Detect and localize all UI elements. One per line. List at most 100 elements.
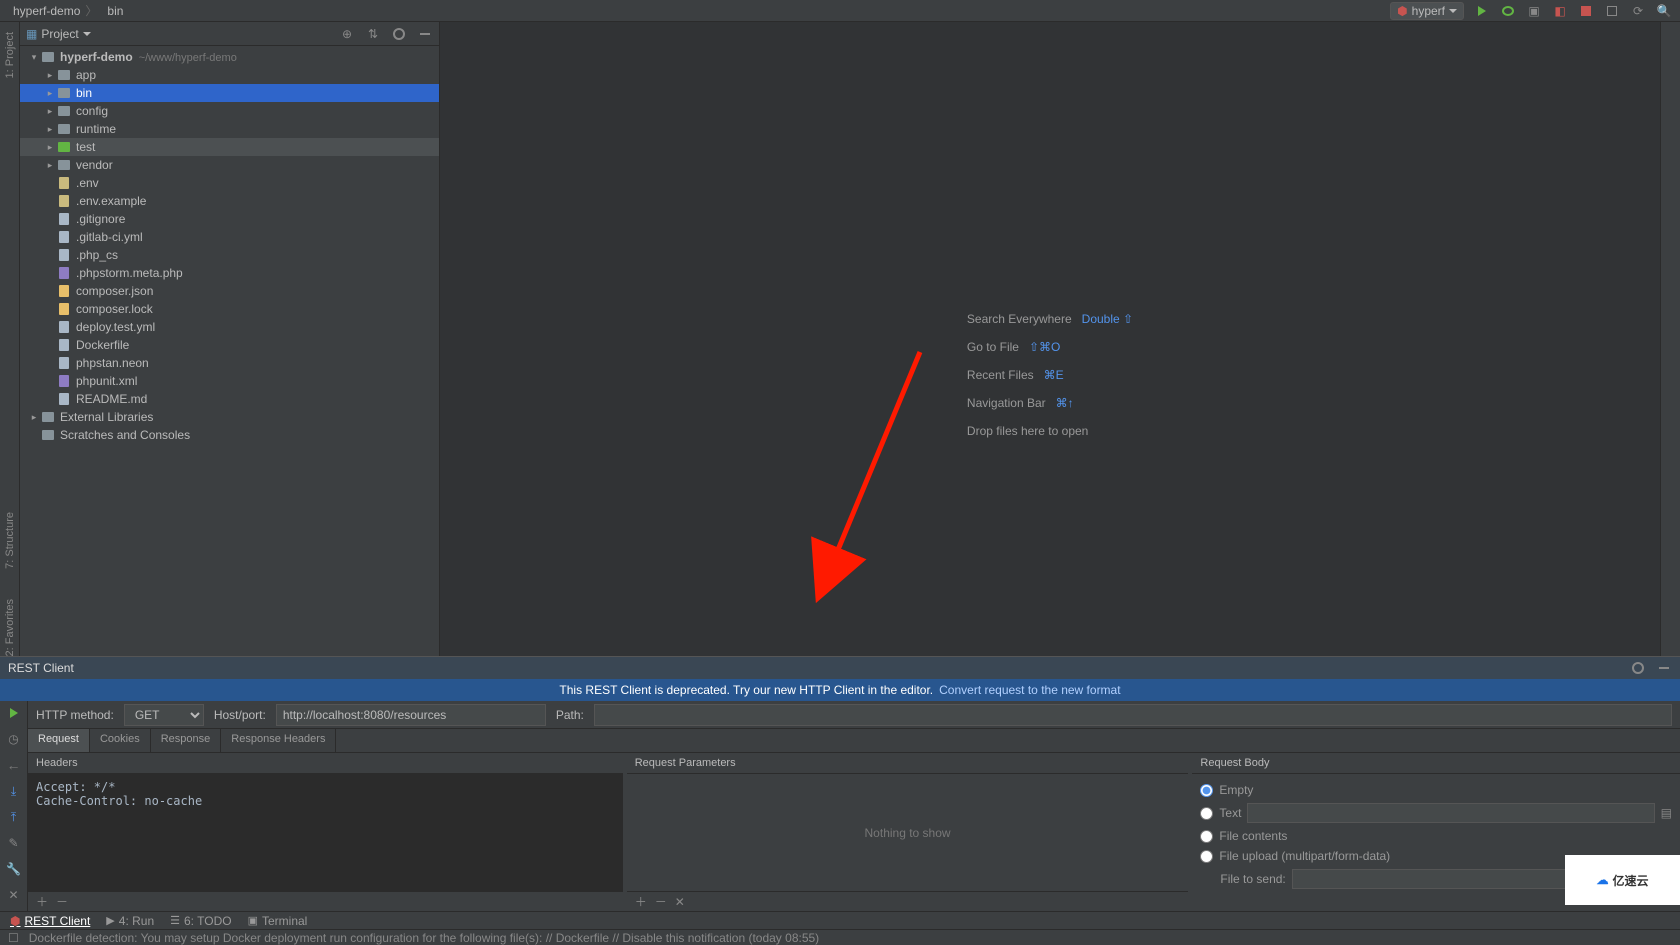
file-icon <box>56 374 72 388</box>
status-icon[interactable]: ☐ <box>8 931 19 945</box>
coverage-icon[interactable]: ▣ <box>1526 3 1542 19</box>
generate-icon[interactable]: ✎ <box>6 835 22 851</box>
tree-arrow-icon[interactable]: ▸ <box>28 412 40 423</box>
tree-row[interactable]: README.md <box>20 390 439 408</box>
path-input[interactable] <box>594 704 1672 726</box>
tree-arrow-icon[interactable]: ▸ <box>44 106 56 117</box>
body-text-radio[interactable] <box>1200 807 1213 820</box>
http-method-select[interactable]: GET <box>124 704 204 726</box>
back-icon[interactable]: ← <box>6 757 22 773</box>
body-empty-radio[interactable] <box>1200 784 1213 797</box>
body-upload-radio[interactable] <box>1200 850 1213 863</box>
body-text-input[interactable] <box>1247 803 1654 823</box>
remove-icon[interactable]: － <box>56 893 68 910</box>
add-icon[interactable]: ＋ <box>635 893 647 910</box>
tree-row[interactable]: ▸ vendor <box>20 156 439 174</box>
window-icon[interactable] <box>1604 3 1620 19</box>
tree-row[interactable]: .phpstorm.meta.php <box>20 264 439 282</box>
tree-arrow-icon[interactable]: ▸ <box>44 70 56 81</box>
hint-nav-short: ⌘↑ <box>1056 396 1074 410</box>
gear-icon[interactable] <box>1630 660 1646 676</box>
settings-icon[interactable]: 🔧 <box>6 861 22 877</box>
tree-row[interactable]: ▾ hyperf-demo~/www/hyperf-demo <box>20 48 439 66</box>
chevron-down-icon <box>1449 9 1457 13</box>
tree-row[interactable]: composer.json <box>20 282 439 300</box>
remove-icon[interactable]: － <box>655 893 667 910</box>
stop-icon[interactable] <box>1578 3 1594 19</box>
tree-row[interactable]: Scratches and Consoles <box>20 426 439 444</box>
tree-row[interactable]: ▸ config <box>20 102 439 120</box>
hide-icon[interactable] <box>1656 660 1672 676</box>
rest-tab-response[interactable]: Response <box>151 729 222 752</box>
tree-row[interactable]: Dockerfile <box>20 336 439 354</box>
close-icon[interactable]: ✕ <box>675 895 685 909</box>
tree-row[interactable]: ▸ test <box>20 138 439 156</box>
rest-tab-request[interactable]: Request <box>28 729 90 752</box>
run-config-selector[interactable]: ⬢ hyperf <box>1390 2 1464 20</box>
locate-icon[interactable]: ⊕ <box>339 26 355 42</box>
tree-row[interactable]: .gitlab-ci.yml <box>20 228 439 246</box>
tree-arrow-icon[interactable]: ▸ <box>44 88 56 99</box>
add-icon[interactable]: ＋ <box>36 893 48 910</box>
tree-row[interactable]: phpstan.neon <box>20 354 439 372</box>
export-icon[interactable]: ⤓ <box>6 783 22 799</box>
tree-row[interactable]: ▸ External Libraries <box>20 408 439 426</box>
body-file-radio[interactable] <box>1200 830 1213 843</box>
profiler-icon[interactable]: ◧ <box>1552 3 1568 19</box>
tree-row[interactable]: .php_cs <box>20 246 439 264</box>
rest-tab-cookies[interactable]: Cookies <box>90 729 151 752</box>
tree-label: .gitignore <box>76 212 433 226</box>
tree-row[interactable]: ▸ runtime <box>20 120 439 138</box>
update-icon[interactable]: ⟳ <box>1630 3 1646 19</box>
tree-label: External Libraries <box>60 410 433 424</box>
debug-icon[interactable] <box>1500 3 1516 19</box>
tree-row[interactable]: .env.example <box>20 192 439 210</box>
project-tool-button[interactable]: 1: Project <box>4 32 16 78</box>
tab-terminal[interactable]: ▣ Terminal <box>248 914 308 928</box>
editor-area[interactable]: Search EverywhereDouble ⇧ Go to File⇧⌘O … <box>440 22 1660 656</box>
tree-row[interactable]: .env <box>20 174 439 192</box>
tree-row[interactable]: ▸ app <box>20 66 439 84</box>
expand-icon[interactable]: ⇅ <box>365 26 381 42</box>
breadcrumb-root[interactable]: hyperf-demo <box>13 4 80 18</box>
history-icon[interactable]: ◷ <box>6 731 22 747</box>
folder-icon <box>56 158 72 172</box>
tree-row[interactable]: .gitignore <box>20 210 439 228</box>
tree-row[interactable]: deploy.test.yml <box>20 318 439 336</box>
search-icon[interactable]: 🔍 <box>1656 3 1672 19</box>
tree-arrow-icon[interactable]: ▸ <box>44 124 56 135</box>
hint-goto: Go to File <box>967 340 1019 354</box>
structure-tool-button[interactable]: 7: Structure <box>4 512 16 569</box>
tree-row[interactable]: ▸ bin <box>20 84 439 102</box>
expand-icon[interactable]: ▤ <box>1661 806 1672 820</box>
project-tree[interactable]: ▾ hyperf-demo~/www/hyperf-demo▸ app▸ bin… <box>20 46 439 656</box>
file-icon <box>56 230 72 244</box>
status-text: Dockerfile detection: You may setup Dock… <box>29 931 819 945</box>
run-request-icon[interactable] <box>6 705 22 721</box>
tree-arrow-icon[interactable]: ▸ <box>44 142 56 153</box>
close-icon[interactable]: ✕ <box>6 887 22 903</box>
headers-body[interactable]: Accept: */* Cache-Control: no-cache <box>28 774 623 891</box>
tree-label: .phpstorm.meta.php <box>76 266 433 280</box>
hide-icon[interactable] <box>417 26 433 42</box>
host-input[interactable] <box>276 704 546 726</box>
breadcrumb-item[interactable]: bin <box>107 4 123 18</box>
run-icon[interactable] <box>1474 3 1490 19</box>
tree-row[interactable]: phpunit.xml <box>20 372 439 390</box>
project-view-selector[interactable]: ▦ Project <box>26 27 91 41</box>
tab-rest-client[interactable]: ⬢REST Client <box>10 914 90 928</box>
tree-arrow-icon[interactable]: ▾ <box>28 52 40 63</box>
breadcrumb[interactable]: hyperf-demo 〉 bin <box>8 2 123 19</box>
rest-tab-response-headers[interactable]: Response Headers <box>221 729 336 752</box>
convert-link[interactable]: Convert request to the new format <box>939 683 1120 697</box>
favorites-tool-button[interactable]: 2: Favorites <box>4 599 16 656</box>
tab-todo[interactable]: ☰ 6: TODO <box>170 914 231 928</box>
gear-icon[interactable] <box>391 26 407 42</box>
status-bar: ☐ Dockerfile detection: You may setup Do… <box>0 929 1680 945</box>
import-icon[interactable]: ⤒ <box>6 809 22 825</box>
body-empty-label: Empty <box>1219 783 1253 797</box>
tree-arrow-icon[interactable]: ▸ <box>44 160 56 171</box>
tree-label: README.md <box>76 392 433 406</box>
tree-row[interactable]: composer.lock <box>20 300 439 318</box>
tab-run[interactable]: ▶ 4: Run <box>106 914 154 928</box>
